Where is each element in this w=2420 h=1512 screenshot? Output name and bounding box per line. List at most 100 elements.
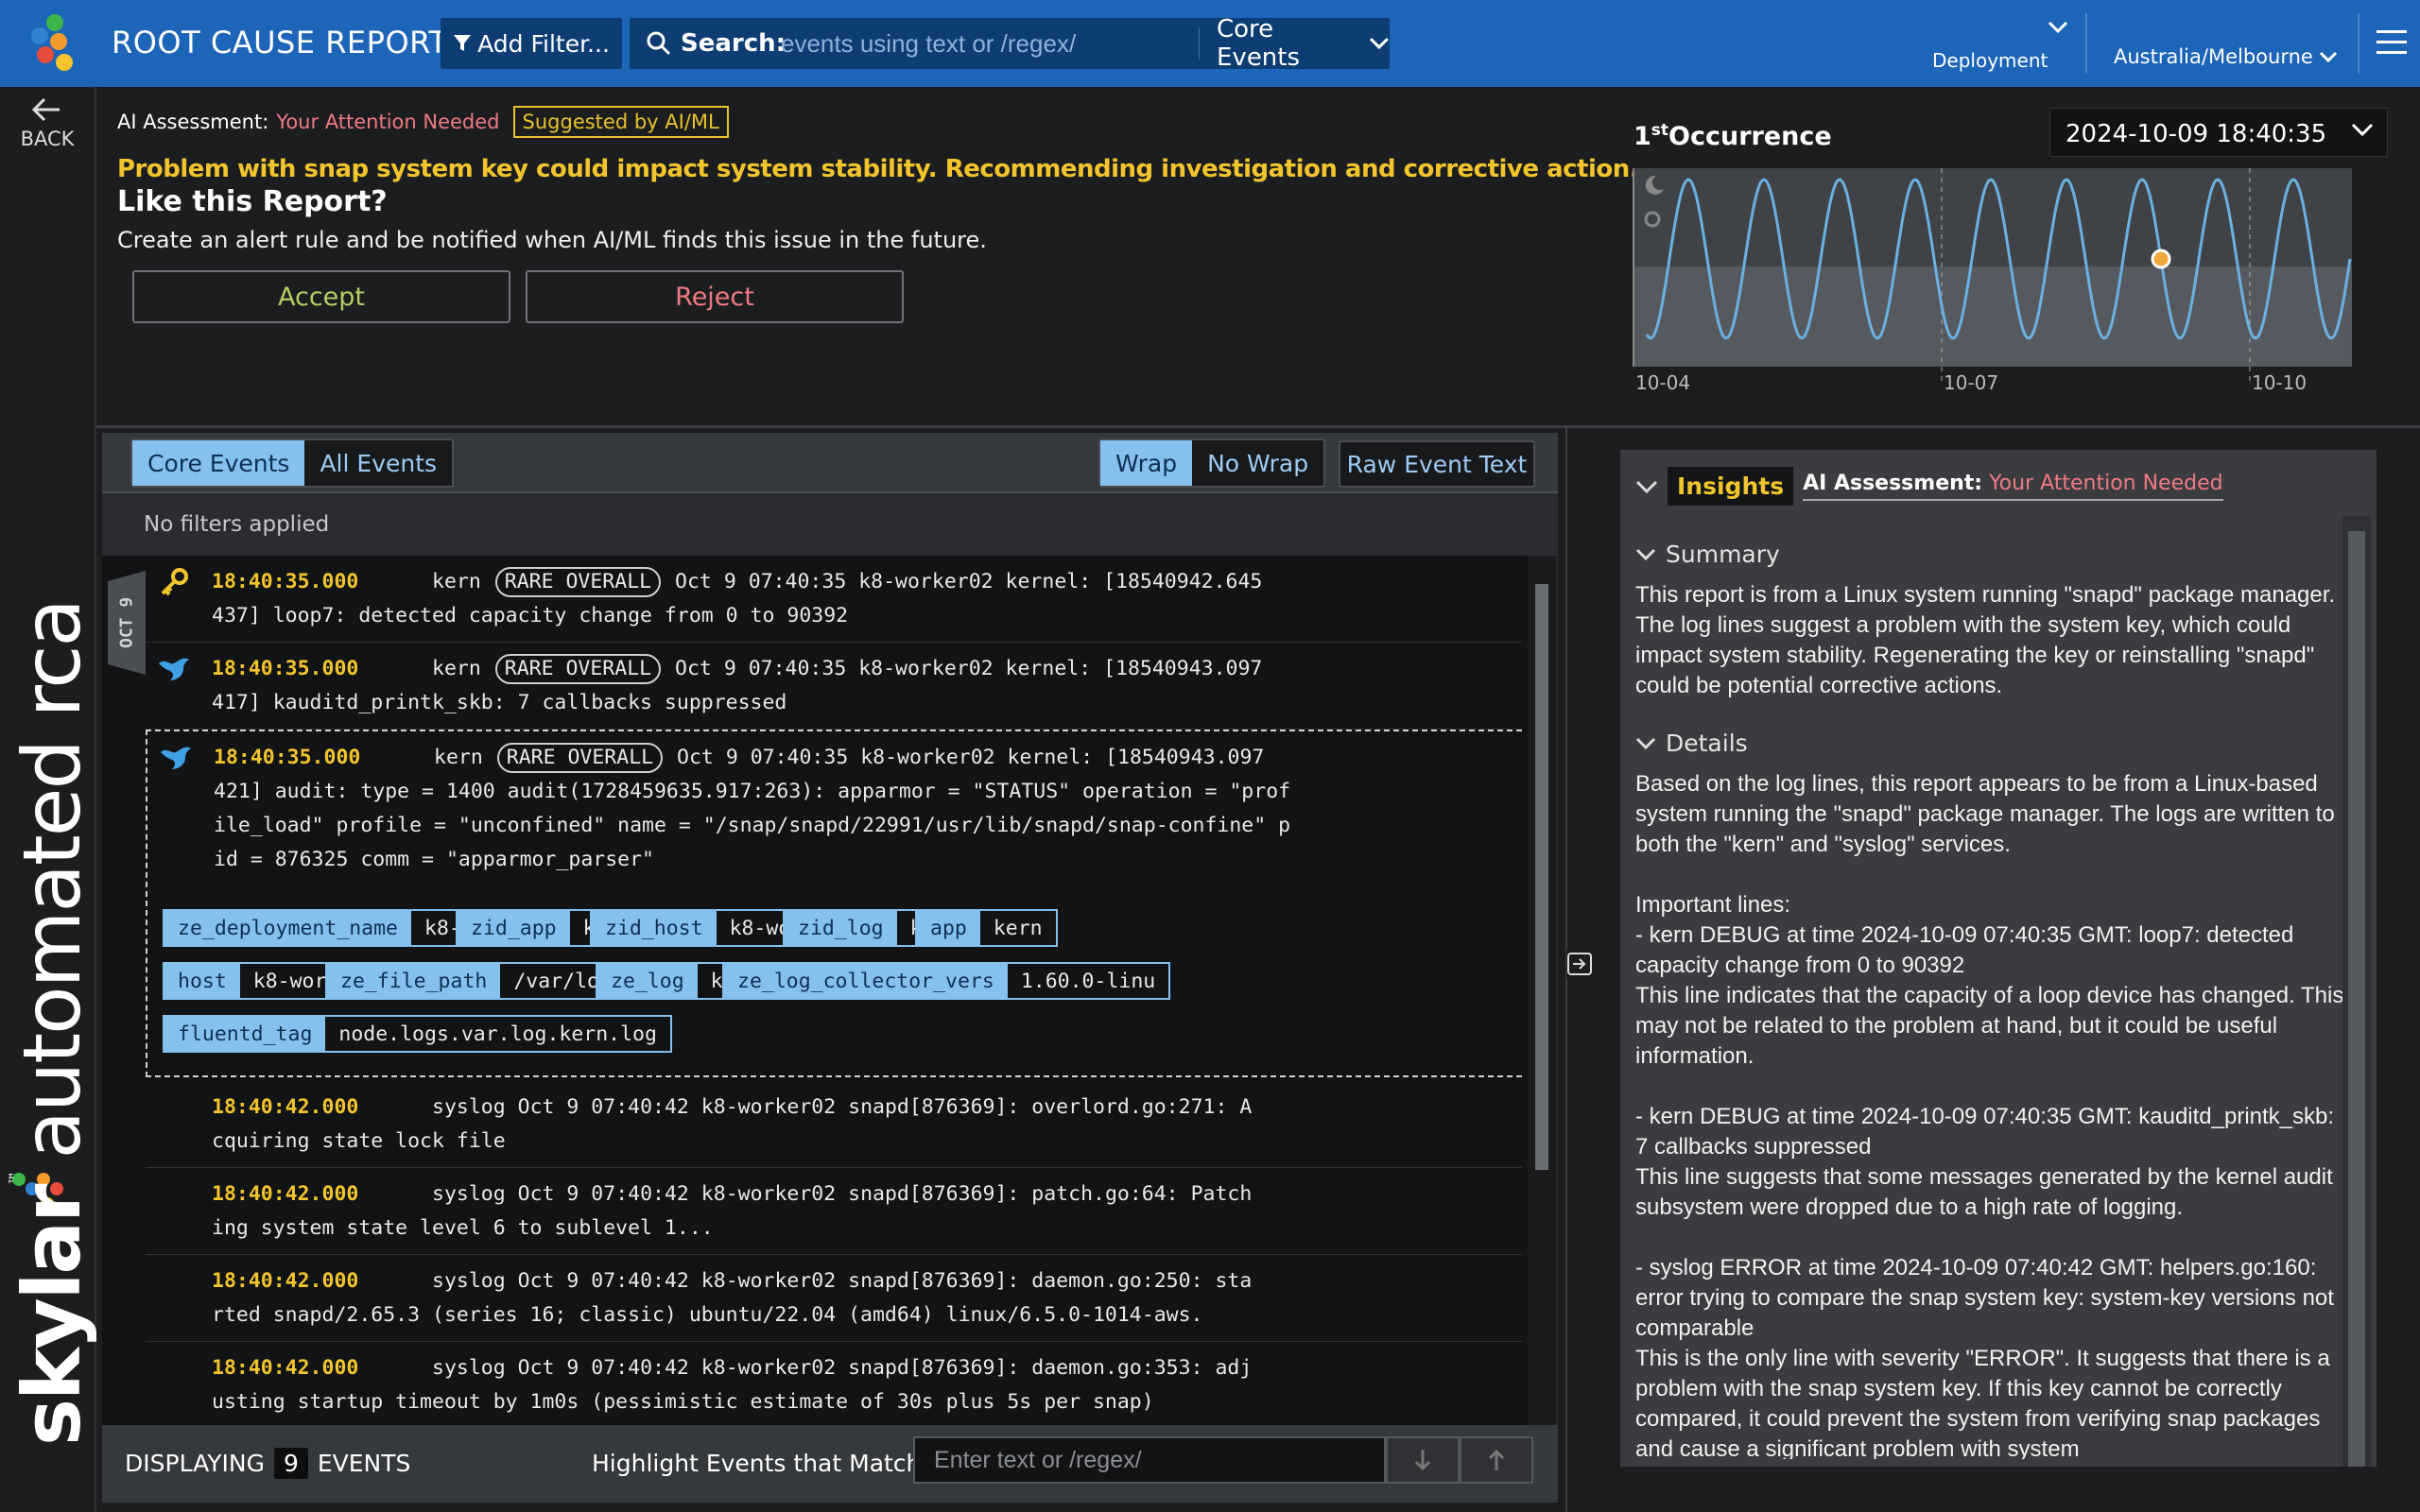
details-toggle[interactable]: Details xyxy=(1635,730,1748,757)
chevron-down-icon xyxy=(2319,51,2337,62)
brand-tm: ™ xyxy=(6,1172,24,1186)
event-line: Oct 9 07:40:42 k8-worker02 snapd[876369]… xyxy=(517,1356,1253,1380)
field-key: ze_deployment_name xyxy=(164,911,411,945)
displaying-count: 9 xyxy=(273,1448,308,1479)
event-line: ile_load" profile = "unconfined" name = … xyxy=(214,814,1291,837)
brand-rest: automated rca xyxy=(6,600,98,1160)
rare-badge: RARE OVERALL xyxy=(494,654,662,684)
occurrence-chart[interactable]: 10-04 10-07 10-10 xyxy=(1632,168,2354,395)
event-row[interactable]: 18:40:42.000 syslog Oct 9 07:40:42 k8-wo… xyxy=(146,1081,1522,1168)
search-input[interactable] xyxy=(781,26,1187,61)
event-row[interactable]: 18:40:42.000 syslog Oct 9 07:40:42 k8-wo… xyxy=(146,1342,1522,1425)
insights-assess-status: Your Attention Needed xyxy=(1989,472,2223,495)
tab-core-events[interactable]: Core Events xyxy=(132,440,305,486)
field-key: ze_log xyxy=(597,964,698,998)
event-row[interactable]: 18:40:35.000 kern RARE OVERALL Oct 9 07:… xyxy=(146,556,1522,643)
divider xyxy=(2358,13,2360,74)
problem-statement: Problem with snap system key could impac… xyxy=(117,155,1639,183)
occurrence-num: 1 xyxy=(1634,122,1651,151)
filter-icon xyxy=(454,35,472,51)
section-divider xyxy=(96,425,2420,428)
field-chip[interactable]: app kern xyxy=(915,909,1058,947)
event-text: 18:40:42.000 syslog Oct 9 07:40:42 k8-wo… xyxy=(212,1177,1252,1246)
prev-match-button[interactable] xyxy=(1460,1436,1533,1484)
deployment-select[interactable]: Deployment xyxy=(1919,19,2070,76)
event-line: rted snapd/2.65.3 (series 16; classic) u… xyxy=(212,1303,1203,1327)
insights-tab[interactable]: Insights xyxy=(1668,467,1794,506)
next-match-button[interactable] xyxy=(1386,1436,1460,1484)
search-scope-select[interactable]: Core Events xyxy=(1199,15,1390,72)
field-key: zid_app xyxy=(458,911,570,945)
reject-button[interactable]: Reject xyxy=(526,270,904,323)
event-line: Oct 9 07:40:35 k8-worker02 kernel: [1854… xyxy=(675,570,1263,593)
field-chip[interactable]: ze_log_collector_vers 1.60.0-linu xyxy=(722,962,1171,1000)
timezone-select[interactable]: Australia/Melbourne xyxy=(2114,45,2338,68)
occurrence-marker[interactable] xyxy=(2151,249,2171,269)
event-list-scrollbar[interactable] xyxy=(1528,556,1556,1425)
event-line: ing system state level 6 to sublevel 1..… xyxy=(212,1216,714,1240)
arrow-left-icon xyxy=(31,97,60,122)
assessment-status: Your Attention Needed xyxy=(276,111,500,133)
date-tab: OCT 9 xyxy=(108,571,146,675)
event-timestamp: 18:40:35.000 xyxy=(212,657,359,680)
event-timestamp: 18:40:42.000 xyxy=(212,1269,359,1293)
menu-icon[interactable] xyxy=(2377,26,2407,59)
event-source: syslog xyxy=(432,1356,506,1380)
field-key: app xyxy=(917,911,980,945)
summary-toggle[interactable]: Summary xyxy=(1635,541,1780,568)
event-line: Oct 9 07:40:42 k8-worker02 snapd[876369]… xyxy=(517,1269,1253,1293)
highlight-input[interactable] xyxy=(913,1436,1386,1484)
event-list[interactable]: OCT 9 18:40:35.000 kern RARE OVERALL Oct… xyxy=(102,556,1528,1425)
chevron-down-icon xyxy=(1635,548,1656,560)
event-source: syslog xyxy=(432,1269,506,1293)
field-key: ze_log_collector_vers xyxy=(724,964,1008,998)
accept-button[interactable]: Accept xyxy=(132,270,510,323)
field-value: node.logs.var.log.kern.log xyxy=(325,1017,670,1051)
top-bar: ROOT CAUSE REPORT Add Filter... Search: … xyxy=(0,0,2420,87)
back-button[interactable]: BACK xyxy=(0,96,95,150)
event-line: 417] kauditd_printk_skb: 7 callbacks sup… xyxy=(212,691,787,714)
occurrence-select[interactable]: 2024-10-09 18:40:35 xyxy=(2049,108,2388,157)
event-text: 18:40:42.000 syslog Oct 9 07:40:42 k8-wo… xyxy=(212,1264,1252,1332)
add-filter-button[interactable]: Add Filter... xyxy=(441,18,622,69)
search-scope-value: Core Events xyxy=(1217,15,1301,72)
chevron-down-icon xyxy=(2351,123,2374,137)
insights-panel: Insights AI Assessment: Your Attention N… xyxy=(1620,450,2377,1467)
event-row[interactable]: 18:40:35.000 kern RARE OVERALL Oct 9 07:… xyxy=(146,643,1522,730)
insights-assessment: AI Assessment: Your Attention Needed xyxy=(1803,472,2223,501)
wrap-button[interactable]: Wrap xyxy=(1100,440,1193,486)
chart-tick-label: 10-04 xyxy=(1635,371,1690,394)
field-chip[interactable]: fluentd_tag node.logs.var.log.kern.log xyxy=(163,1015,672,1053)
rare-badge: RARE OVERALL xyxy=(494,567,662,597)
divider xyxy=(2085,13,2087,74)
collapse-panel-button[interactable] xyxy=(1566,949,1593,979)
like-heading: Like this Report? xyxy=(117,185,388,218)
insights-scrollbar[interactable] xyxy=(2342,516,2371,1467)
chevron-down-icon xyxy=(2048,21,2068,34)
event-text: 18:40:35.000 kern RARE OVERALL Oct 9 07:… xyxy=(214,741,1290,877)
event-row[interactable]: 18:40:42.000 syslog Oct 9 07:40:42 k8-wo… xyxy=(146,1255,1522,1342)
raw-event-text-button[interactable]: Raw Event Text xyxy=(1339,440,1535,488)
scrollbar-thumb[interactable] xyxy=(2348,531,2365,1467)
event-row[interactable]: 18:40:42.000 syslog Oct 9 07:40:42 k8-wo… xyxy=(146,1168,1522,1255)
event-row-expanded[interactable]: 18:40:35.000 kern RARE OVERALL Oct 9 07:… xyxy=(146,730,1522,1077)
event-line: Oct 9 07:40:35 k8-worker02 kernel: [1854… xyxy=(677,746,1265,769)
events-footer: DISPLAYING 9 EVENTS Highlight Events tha… xyxy=(102,1425,1558,1503)
displaying-label: DISPLAYING xyxy=(125,1450,265,1477)
highlight-label: Highlight Events that Match: xyxy=(592,1450,929,1477)
brand-word: skylar xyxy=(6,1185,98,1446)
field-key: ze_file_path xyxy=(327,964,501,998)
no-wrap-button[interactable]: No Wrap xyxy=(1192,440,1324,486)
scrollbar-thumb[interactable] xyxy=(1535,584,1548,1170)
events-panel: Core Events All Events Wrap No Wrap Raw … xyxy=(102,433,1558,1503)
event-source: syslog xyxy=(432,1095,506,1119)
event-timestamp: 18:40:35.000 xyxy=(214,746,361,769)
event-line: 421] audit: type = 1400 audit(1728459635… xyxy=(214,780,1291,803)
event-line: 437] loop7: detected capacity change fro… xyxy=(212,604,849,627)
app-title: ROOT CAUSE REPORT xyxy=(112,25,448,60)
search-label-wrap: Search: xyxy=(647,29,786,58)
events-toolbar: Core Events All Events Wrap No Wrap Raw … xyxy=(102,433,1558,493)
tab-all-events[interactable]: All Events xyxy=(304,440,453,486)
suggested-badge: Suggested by AI/ML xyxy=(512,106,729,138)
insights-header[interactable]: Insights AI Assessment: Your Attention N… xyxy=(1635,467,2223,506)
